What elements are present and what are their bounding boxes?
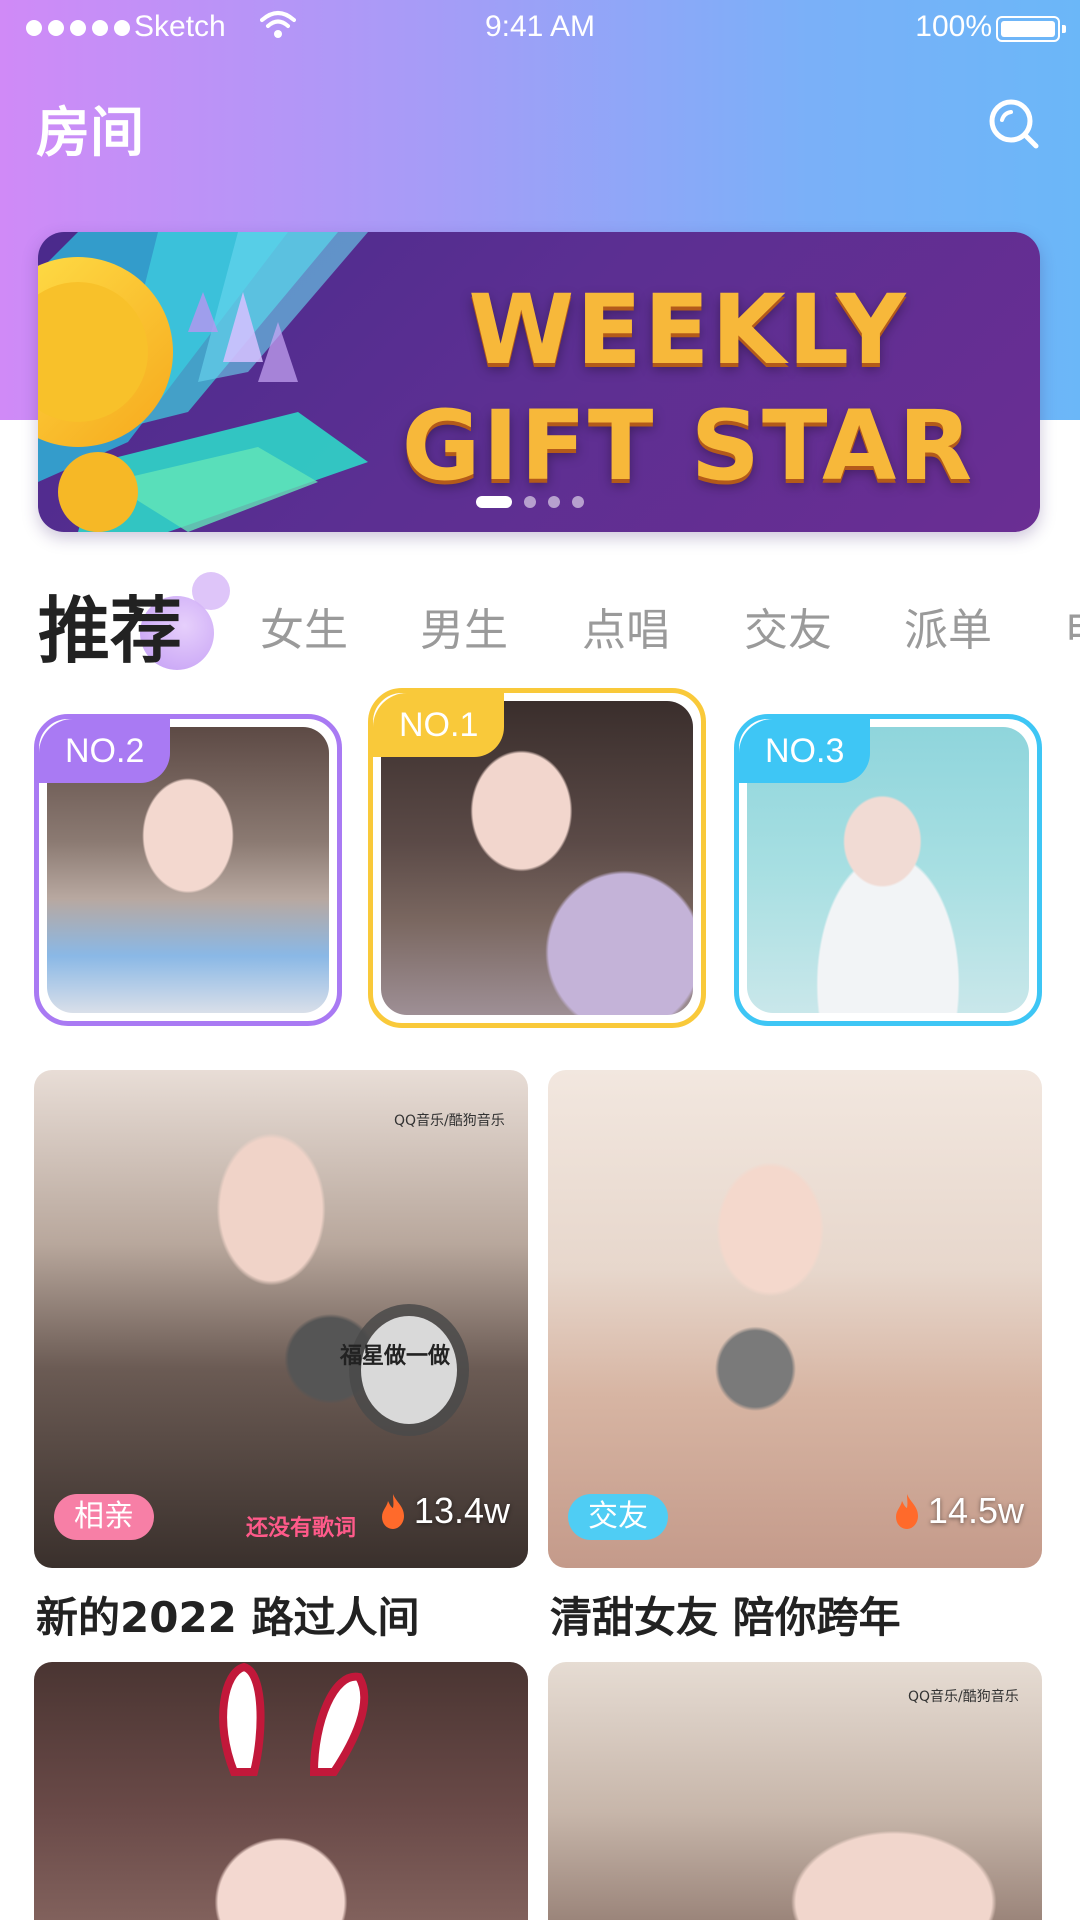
ranking-card-1[interactable]: NO.1 [368,688,706,1028]
banner-dot[interactable] [524,496,536,508]
banner-title-line1: WEEKLY [468,274,908,386]
app-root: Sketch 9:41 AM 100% 房间 WEEKLY GIFT STAR … [0,0,1080,1920]
room-heat-value: 13.4w [413,1490,510,1531]
room-cover: 福星做一做 QQ音乐/酷狗音乐 还没有歌词 相亲 13.4w [34,1070,528,1568]
tab-more[interactable]: 电 [1064,594,1080,658]
room-overlay-text: 福星做一做 [340,1344,451,1369]
room-heat-value: 14.5w [927,1490,1024,1531]
room-cover: 交友 14.5w [548,1070,1042,1568]
ranking-card-3[interactable]: NO.3 [734,714,1042,1026]
bunny-ears-icon [219,1662,369,1776]
banner-dot-active[interactable] [476,496,512,508]
battery-icon [996,16,1066,42]
banner-title-line2: GIFT STAR [401,390,975,502]
room-side-text: 还没有歌词 [246,1516,357,1541]
room-cover [34,1662,528,1920]
banner-title: WEEKLY GIFT STAR [338,272,1038,504]
tab-song-request[interactable]: 点唱 [582,594,670,658]
tab-recommend[interactable]: 推荐 [38,572,182,677]
flame-icon [895,1494,918,1529]
room-watermark: QQ音乐/酷狗音乐 [908,1689,1019,1705]
rank-badge-no2: NO.2 [39,719,171,783]
banner-dot[interactable] [572,496,584,508]
banner-pagination [476,496,584,508]
search-icon[interactable] [986,96,1042,152]
banner-dot[interactable] [548,496,560,508]
ranking-card-2[interactable]: NO.2 [34,714,342,1026]
room-heat: 14.5w [892,1490,1024,1532]
room-card[interactable]: 福星做一做 QQ音乐/酷狗音乐 还没有歌词 相亲 13.4w 新的2022 路过… [34,1070,528,1650]
room-title: 清甜女友 陪你跨年 [550,1593,901,1642]
battery-percent: 100% [915,10,992,43]
room-card[interactable] [34,1662,528,1920]
tab-friends[interactable]: 交友 [744,594,832,658]
category-tabs: 推荐 女生 男生 点唱 交友 派单 电 [0,566,1080,673]
room-title: 新的2022 路过人间 [36,1593,420,1642]
room-watermark: QQ音乐/酷狗音乐 [394,1113,505,1129]
tab-male[interactable]: 男生 [420,594,508,658]
rank-badge-no1: NO.1 [373,693,505,757]
flame-icon [381,1494,404,1529]
room-tag: 交友 [568,1494,668,1540]
room-card[interactable]: 交友 14.5w 清甜女友 陪你跨年 [548,1070,1042,1650]
room-cover: QQ音乐/酷狗音乐 [548,1662,1042,1920]
microphone-icon [349,1304,469,1436]
status-bar: Sketch 9:41 AM 100% [0,0,1080,60]
room-card[interactable]: QQ音乐/酷狗音乐 [548,1662,1042,1920]
tab-female[interactable]: 女生 [260,594,348,658]
tab-dispatch[interactable]: 派单 [904,594,992,658]
promo-banner[interactable]: WEEKLY GIFT STAR [38,232,1040,532]
tab-decoration-bubble-small [192,572,230,610]
room-heat: 13.4w [378,1490,510,1532]
rank-badge-no3: NO.3 [739,719,871,783]
room-tag: 相亲 [54,1494,154,1540]
page-title: 房间 [36,101,144,164]
